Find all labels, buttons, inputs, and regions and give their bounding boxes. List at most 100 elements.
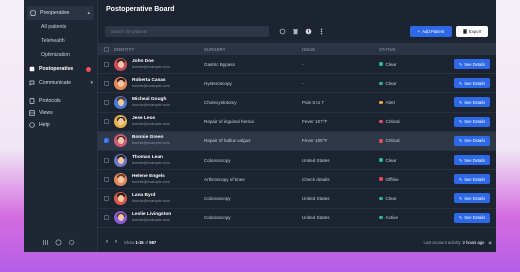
edit-icon: ✎ — [458, 215, 463, 221]
row-checkbox[interactable] — [103, 157, 109, 163]
add-patient-label: Add Patient — [422, 29, 445, 34]
row-checkbox[interactable] — [103, 61, 109, 67]
see-details-button[interactable]: ✎ See Details — [454, 174, 490, 185]
select-all-cell — [98, 46, 114, 52]
avatar — [114, 191, 127, 205]
table-row[interactable]: ✓ Bonnie Green bonnie@example.com Repair of… — [98, 131, 496, 151]
surgery-cell: Arthroscopy of knee — [204, 176, 245, 182]
status-label: Clear — [385, 61, 397, 67]
table-row[interactable]: Leslie Livingston bonnie@example.com Colon… — [98, 209, 496, 228]
patient-name: Helene Engels — [132, 173, 165, 179]
see-details-button[interactable]: ✎ See Details — [454, 193, 490, 204]
help-icon — [29, 122, 35, 128]
see-details-button[interactable]: ✎ See Details — [454, 97, 490, 108]
action-cell: ✎ See Details — [454, 116, 496, 127]
last-activity-value: 2 hours ago — [462, 239, 485, 245]
row-select-cell — [98, 61, 114, 67]
sidebar-item-postoperative[interactable]: Postoperative — [24, 62, 97, 76]
action-cell: ✎ See Details — [454, 212, 496, 223]
sidebar-item-protocols[interactable]: Protocols — [24, 95, 97, 107]
layers-icon — [29, 66, 35, 72]
see-details-button[interactable]: ✎ See Details — [454, 155, 490, 166]
add-patient-button[interactable]: + Add Patient — [410, 26, 452, 37]
sidebar-item-all-patients[interactable]: All patients — [24, 20, 97, 34]
column-header-identity[interactable]: IDENTITY — [114, 47, 204, 52]
settings-icon[interactable] — [278, 27, 286, 35]
patient-email: bonnie@example.com — [132, 122, 170, 127]
patient-name: Roberta Casas — [132, 77, 166, 83]
table-row[interactable]: Micheal Gough bonnie@example.com Cholecyst… — [98, 93, 496, 113]
table-row[interactable]: Lana Byrd bonnie@example.com Colonoscopy Un… — [98, 189, 496, 209]
of-label: of — [144, 239, 149, 245]
see-details-button[interactable]: ✎ See Details — [454, 78, 490, 89]
row-select-cell: ✓ — [98, 138, 114, 144]
patient-email: bonnie@example.com — [132, 160, 170, 165]
table-row[interactable]: Thomas Lean bonnie@example.com Colonoscopy… — [98, 151, 496, 171]
chevron-left-icon[interactable]: ‹ — [106, 239, 108, 245]
row-checkbox[interactable] — [103, 80, 109, 86]
sidebar-item-help[interactable]: Help — [24, 119, 97, 131]
sidebar: Preoperative ▴ All patients Telehealth O… — [24, 0, 98, 252]
see-details-button[interactable]: ✎ See Details — [454, 59, 490, 70]
row-checkbox[interactable] — [103, 119, 109, 125]
chevron-right-icon[interactable]: › — [115, 239, 117, 245]
status-label: Critical — [385, 119, 400, 125]
row-checkbox[interactable]: ✓ — [103, 138, 109, 144]
issue-cell: Fever 107°F — [302, 119, 328, 125]
sidebar-item-optimization[interactable]: Optimization — [24, 48, 97, 62]
status-cell: Clear — [379, 158, 454, 163]
status-dot — [379, 215, 383, 220]
issue-cell: - — [302, 80, 304, 86]
trash-icon[interactable] — [291, 27, 299, 35]
chevron-down-icon: ▾ — [90, 80, 93, 86]
more-vertical-icon[interactable] — [317, 27, 325, 35]
column-header-status[interactable]: STATUS — [379, 47, 454, 52]
see-details-button[interactable]: ✎ See Details — [454, 135, 490, 146]
surgery-cell: Colonoscopy — [204, 195, 231, 201]
globe-icon[interactable] — [55, 239, 62, 246]
settings-icon[interactable] — [68, 239, 75, 246]
sidebar-item-views[interactable]: Views — [24, 107, 97, 119]
status-cell: Alert — [379, 100, 454, 105]
row-checkbox[interactable] — [103, 99, 109, 105]
avatar — [114, 115, 127, 129]
sidebar-item-communicate[interactable]: Communicate ▾ — [24, 76, 97, 90]
table-row[interactable]: John Doe bonnie@example.com Gastric Bypass… — [98, 55, 496, 75]
action-cell: ✎ See Details — [454, 97, 496, 108]
column-header-issue[interactable]: ISSUE — [302, 47, 379, 52]
sidebar-item-label: Help — [39, 122, 50, 128]
last-activity: Last account activity: 2 hours ago ◉ — [424, 240, 492, 245]
table-row[interactable]: Roberta Casas bonnie@example.com Hysterosc… — [98, 74, 496, 94]
eye-icon[interactable]: ◉ — [488, 240, 492, 245]
see-details-label: See Details — [464, 138, 486, 144]
row-select-cell — [98, 215, 114, 221]
search-input[interactable] — [105, 26, 269, 37]
plus-icon: + — [417, 29, 421, 34]
issue-cell: United States — [302, 195, 330, 201]
row-checkbox[interactable] — [103, 195, 109, 201]
table-row[interactable]: Helene Engels bonnie@example.com Arthrosco… — [98, 170, 496, 190]
see-details-button[interactable]: ✎ See Details — [454, 212, 490, 223]
status-cell: Clear — [379, 196, 454, 201]
avatar — [114, 134, 127, 148]
patient-email: bonnie@example.com — [132, 83, 170, 88]
edit-icon: ✎ — [458, 99, 463, 105]
status-cell: Offline — [379, 177, 454, 182]
see-details-button[interactable]: ✎ See Details — [454, 116, 490, 127]
row-checkbox[interactable] — [103, 215, 109, 221]
alert-icon[interactable] — [304, 27, 312, 35]
avatar — [114, 76, 127, 90]
column-header-surgery[interactable]: SURGERY — [204, 47, 302, 52]
row-checkbox[interactable] — [103, 176, 109, 182]
edit-icon: ✎ — [458, 119, 463, 125]
export-button[interactable]: Export — [456, 26, 488, 37]
table-row[interactable]: Jese Leos bonnie@example.com Repair of ing… — [98, 113, 496, 132]
status-cell: Clear — [379, 81, 454, 86]
sliders-icon[interactable] — [42, 239, 49, 246]
edit-icon: ✎ — [458, 138, 463, 144]
see-details-label: See Details — [464, 80, 486, 86]
select-all-checkbox[interactable] — [103, 46, 109, 52]
identity-cell: Thomas Lean bonnie@example.com — [114, 153, 204, 167]
sidebar-group-preoperative[interactable]: Preoperative ▴ — [27, 6, 94, 20]
sidebar-item-telehealth[interactable]: Telehealth — [24, 34, 97, 48]
